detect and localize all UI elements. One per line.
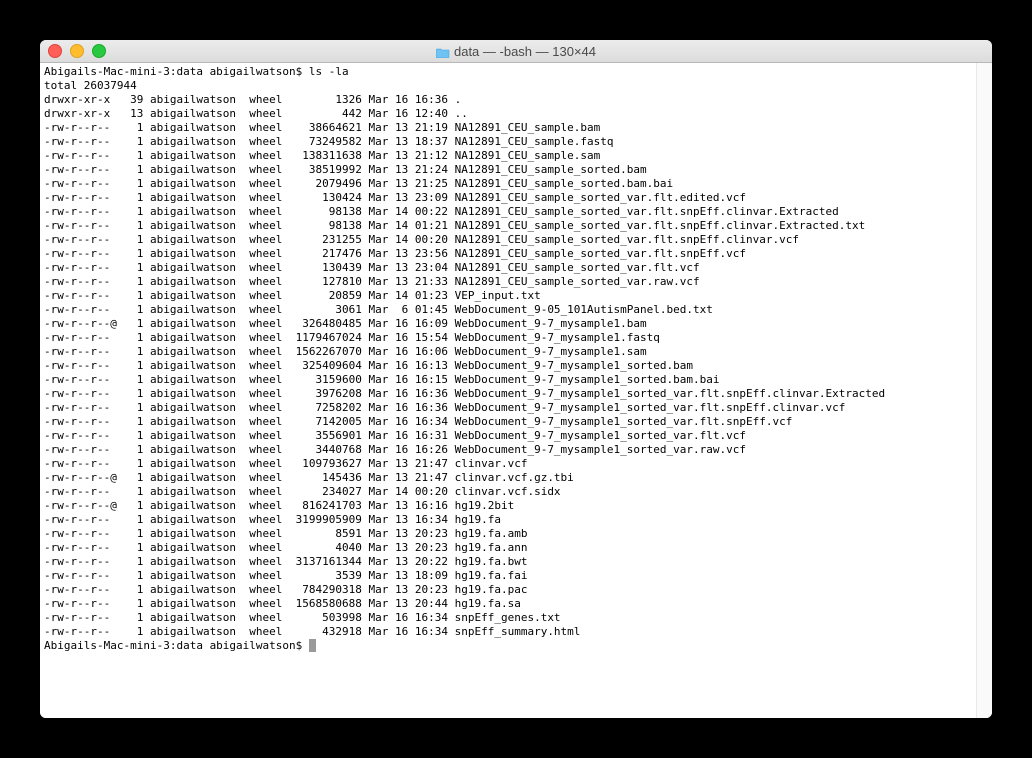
folder-icon	[436, 46, 450, 57]
prompt-end: Abigails-Mac-mini-3:data abigailwatson$	[44, 639, 309, 652]
traffic-lights	[40, 44, 106, 58]
titlebar[interactable]: data — -bash — 130×44	[40, 40, 992, 63]
file-listing: drwxr-xr-x 39 abigailwatson wheel 1326 M…	[44, 93, 885, 638]
cursor	[309, 639, 316, 652]
minimize-button[interactable]	[70, 44, 84, 58]
total-line: total 26037944	[44, 79, 137, 92]
prompt-line: Abigails-Mac-mini-3:data abigailwatson$ …	[44, 65, 349, 78]
window-title-text: data — -bash — 130×44	[454, 44, 596, 59]
maximize-button[interactable]	[92, 44, 106, 58]
close-button[interactable]	[48, 44, 62, 58]
scrollbar[interactable]	[976, 63, 992, 718]
terminal-body[interactable]: Abigails-Mac-mini-3:data abigailwatson$ …	[40, 63, 992, 718]
terminal-window: data — -bash — 130×44 Abigails-Mac-mini-…	[40, 40, 992, 718]
window-title: data — -bash — 130×44	[40, 44, 992, 59]
